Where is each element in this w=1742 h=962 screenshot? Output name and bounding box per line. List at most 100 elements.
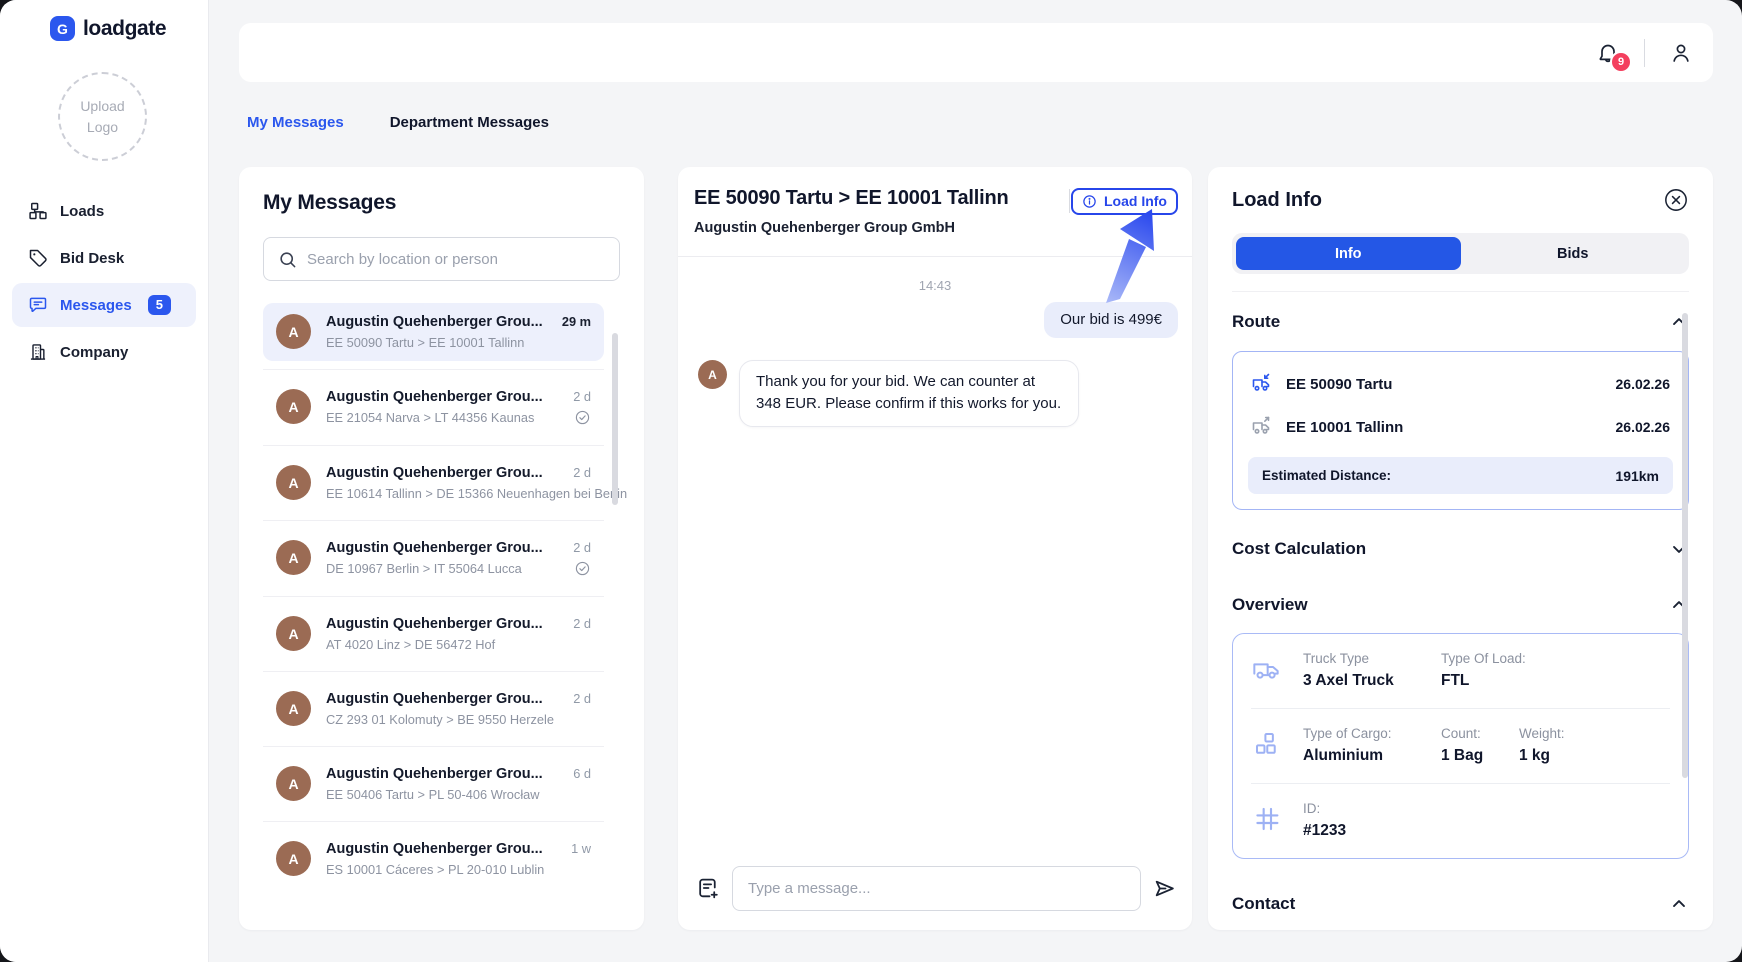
avatar: A (276, 314, 311, 349)
chat-input-row (678, 866, 1192, 911)
route-stop-pickup: EE 50090 Tartu 26.02.26 (1248, 366, 1673, 402)
route-heading: Route (1232, 312, 1280, 332)
route-text: AT 4020 Linz > DE 56472 Hof (326, 637, 565, 652)
notification-count-badge: 9 (1610, 51, 1632, 73)
add-template-button[interactable] (696, 876, 721, 901)
overview-row-id: ID: #1233 (1251, 783, 1670, 858)
message-time: 2 d (573, 389, 591, 404)
profile-button[interactable] (1667, 39, 1695, 67)
route-text: DE 10967 Berlin > IT 55064 Lucca (326, 561, 565, 576)
route-text: EE 50090 Tartu > EE 10001 Tallinn (326, 335, 554, 350)
id-label: ID: (1303, 801, 1346, 816)
contact-name: Augustin Quehenberger Grou... (326, 766, 565, 782)
message-list-row: A Augustin Quehenberger Grou... EE 10614… (263, 446, 604, 521)
tab-bids[interactable]: Bids (1461, 237, 1686, 270)
loads-icon (28, 201, 48, 221)
load-type-value: FTL (1441, 672, 1526, 690)
overview-section-header[interactable]: Overview (1232, 595, 1689, 615)
close-panel-button[interactable] (1663, 187, 1689, 213)
messages-list-panel: My Messages A Augustin Quehenberger Grou… (239, 167, 644, 930)
message-time: 2 d (573, 616, 591, 631)
bid-desk-icon (28, 248, 48, 268)
cargo-type-value: Aluminium (1303, 747, 1421, 765)
message-list-item[interactable]: A Augustin Quehenberger Grou... CZ 293 0… (263, 680, 604, 738)
message-list-item[interactable]: A Augustin Quehenberger Grou... ES 10001… (263, 830, 604, 888)
message-time: 2 d (573, 465, 591, 480)
company-icon (28, 342, 48, 362)
estimated-distance-row: Estimated Distance: 191km (1248, 457, 1673, 494)
truck-delivery-icon (1251, 415, 1275, 439)
chat-company: Augustin Quehenberger Group GmbH (694, 220, 1176, 236)
overview-card: Truck Type 3 Axel Truck Type Of Load: FT… (1232, 633, 1689, 859)
message-list-item[interactable]: A Augustin Quehenberger Grou... EE 50406… (263, 755, 604, 813)
route-text: EE 21054 Narva > LT 44356 Kaunas (326, 410, 565, 425)
message-list-item[interactable]: A Augustin Quehenberger Grou... EE 21054… (263, 378, 604, 437)
contact-name: Augustin Quehenberger Grou... (326, 691, 565, 707)
message-list-item[interactable]: A Augustin Quehenberger Grou... DE 10967… (263, 529, 604, 588)
cost-section-header[interactable]: Cost Calculation (1232, 539, 1689, 559)
sidebar-item-label: Loads (60, 203, 104, 220)
stop-location: EE 10001 Tallinn (1286, 419, 1605, 436)
count-value: 1 Bag (1441, 747, 1499, 765)
message-list-row: A Augustin Quehenberger Grou... AT 4020 … (263, 597, 604, 672)
sidebar-item-messages[interactable]: Messages 5 (12, 283, 196, 327)
contact-name: Augustin Quehenberger Grou... (326, 389, 565, 405)
sidebar-item-loads[interactable]: Loads (12, 189, 196, 233)
avatar: A (276, 540, 311, 575)
messages-count-badge: 5 (148, 295, 171, 315)
note-add-icon (696, 876, 721, 901)
contact-name: Augustin Quehenberger Grou... (326, 616, 565, 632)
sidebar-item-label: Bid Desk (60, 250, 124, 267)
info-icon (1082, 194, 1097, 209)
list-scrollbar[interactable] (612, 333, 618, 505)
sidebar: G loadgate Upload Logo Loads Bid Desk Me… (0, 0, 209, 962)
read-check-icon (574, 409, 591, 426)
truck-icon (1251, 653, 1283, 685)
message-list-item[interactable]: A Augustin Quehenberger Grou... AT 4020 … (263, 605, 604, 663)
section-divider (1232, 291, 1689, 292)
cargo-type-label: Type of Cargo: (1303, 726, 1421, 741)
contact-name: Augustin Quehenberger Grou... (326, 540, 565, 556)
messages-icon (28, 295, 48, 315)
panel-scrollbar[interactable] (1682, 313, 1688, 778)
route-text: EE 50406 Tartu > PL 50-406 Wrocław (326, 787, 565, 802)
message-list-row: A Augustin Quehenberger Grou... EE 21054… (263, 370, 604, 446)
sidebar-item-company[interactable]: Company (12, 330, 196, 374)
message-list-row: A Augustin Quehenberger Grou... CZ 293 0… (263, 672, 604, 747)
message-list-item[interactable]: A Augustin Quehenberger Grou... EE 50090… (263, 303, 604, 361)
tab-my-messages[interactable]: My Messages (247, 114, 344, 137)
id-value: #1233 (1303, 822, 1346, 840)
route-section-header[interactable]: Route (1232, 312, 1689, 332)
search-input[interactable] (307, 251, 605, 268)
route-card: EE 50090 Tartu 26.02.26 EE 10001 Tallinn… (1232, 351, 1689, 510)
weight-value: 1 kg (1519, 747, 1565, 765)
hash-icon (1251, 803, 1283, 835)
incoming-message-bubble: Thank you for your bid. We can counter a… (739, 360, 1079, 427)
distance-label: Estimated Distance: (1262, 468, 1391, 483)
message-input[interactable] (732, 866, 1141, 911)
chat-header: EE 50090 Tartu > EE 10001 Tallinn August… (678, 167, 1192, 257)
upload-logo-dropzone[interactable]: Upload Logo (58, 72, 147, 161)
tab-info[interactable]: Info (1236, 237, 1461, 270)
sidebar-item-bid-desk[interactable]: Bid Desk (12, 236, 196, 280)
messages-panel-title: My Messages (263, 191, 620, 215)
load-info-panel: Load Info Info Bids Route EE 50 (1208, 167, 1713, 930)
page-tabs: My Messages Department Messages (247, 114, 549, 137)
avatar: A (276, 841, 311, 876)
notifications-button[interactable]: 9 (1594, 39, 1622, 67)
send-button[interactable] (1152, 876, 1177, 901)
sidebar-nav: Loads Bid Desk Messages 5 Company (0, 186, 208, 377)
person-icon (1669, 41, 1693, 65)
message-list-item[interactable]: A Augustin Quehenberger Grou... EE 10614… (263, 454, 604, 512)
overview-row-cargo: Type of Cargo: Aluminium Count: 1 Bag We… (1251, 708, 1670, 783)
tab-department-messages[interactable]: Department Messages (390, 114, 549, 137)
contact-section-header[interactable]: Contact (1232, 894, 1689, 914)
overview-heading: Overview (1232, 595, 1308, 615)
avatar: A (276, 389, 311, 424)
chat-panel: EE 50090 Tartu > EE 10001 Tallinn August… (678, 167, 1192, 930)
truck-type-value: 3 Axel Truck (1303, 672, 1421, 690)
load-info-button[interactable]: Load Info (1071, 188, 1178, 215)
stop-location: EE 50090 Tartu (1286, 376, 1605, 393)
message-time: 1 w (571, 841, 591, 856)
brand-name: loadgate (83, 17, 166, 41)
